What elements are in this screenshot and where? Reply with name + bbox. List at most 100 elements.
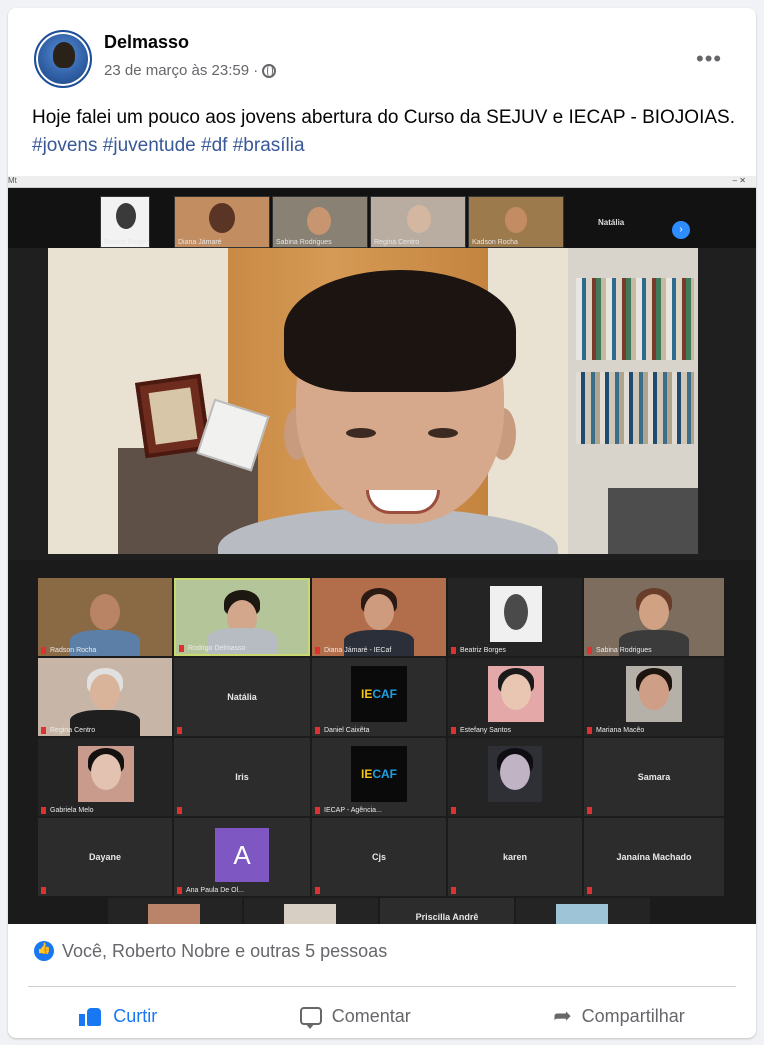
books xyxy=(576,372,694,444)
participant-tile: Dayane xyxy=(38,818,172,896)
participant-name: Radson Rocha xyxy=(50,647,97,654)
participant-tile: Samara xyxy=(584,738,724,816)
participant-strip: Beatriz Borges Diana Jámaré Sabina Rodri… xyxy=(8,188,756,248)
participant-tile: Sabina Rodrigues xyxy=(584,578,724,656)
reactions-summary[interactable]: Você, Roberto Nobre e outras 5 pessoas xyxy=(34,940,387,962)
participant-tile: Natália xyxy=(174,658,310,736)
participant-tile: karen xyxy=(448,818,582,896)
participant-tile: Rodrigo Delmasso xyxy=(174,578,310,656)
participant-tile: Mariana Macêo xyxy=(584,658,724,736)
muted-mic-icon xyxy=(451,647,456,654)
post-author[interactable]: Delmasso xyxy=(104,32,189,53)
participant-tile: Cjs xyxy=(312,818,446,896)
participant-grid: Radson Rocha Rodrigo Delmasso Diana Jáma… xyxy=(8,560,756,924)
participant-label: Iris xyxy=(235,772,249,782)
participant-tile: Estefany Santos xyxy=(448,658,582,736)
strip-tile: Beatriz Borges xyxy=(100,196,150,248)
muted-mic-icon xyxy=(177,807,182,814)
hashtag-juventude[interactable]: #juventude xyxy=(103,135,196,156)
strip-tile: Sabina Rodrigues xyxy=(272,196,368,248)
muted-mic-icon xyxy=(315,887,320,894)
strip-tile-name: Diana Jámaré xyxy=(178,239,222,246)
like-button[interactable]: Curtir xyxy=(79,1006,157,1027)
like-label: Curtir xyxy=(113,1005,158,1026)
comment-label: Comentar xyxy=(331,1005,411,1026)
participant-name: IECAP - Agência... xyxy=(324,807,382,814)
share-label: Compartilhar xyxy=(581,1005,685,1026)
globe-icon xyxy=(262,63,277,78)
strip-tile-name: Sabina Rodrigues xyxy=(276,239,332,246)
participant-tile: Priscilla Andrê xyxy=(380,898,514,924)
post-header: Delmasso 23 de março às 23:59 · ••• xyxy=(8,8,756,98)
more-options-button[interactable]: ••• xyxy=(696,46,722,72)
avatar[interactable] xyxy=(34,30,92,88)
comment-button[interactable]: Comentar xyxy=(299,1005,411,1029)
post-timestamp[interactable]: 23 de março às 23:59 · xyxy=(104,62,258,79)
hashtag-jovens[interactable]: #jovens xyxy=(32,135,98,156)
divider xyxy=(28,986,736,987)
muted-mic-icon xyxy=(177,887,182,894)
participant-name: Rodrigo Delmasso xyxy=(188,645,246,652)
strip-tile: Regina Centro xyxy=(370,196,466,248)
participant-tile: A Ana Paula De Ol... xyxy=(174,818,310,896)
participant-tile: Janaína Machado xyxy=(584,818,724,896)
participant-label: karen xyxy=(502,852,528,862)
strip-tile-name: Regina Centro xyxy=(374,239,420,246)
muted-mic-icon xyxy=(315,807,320,814)
participant-name: Beatriz Borges xyxy=(460,647,506,654)
strip-tile: Kadson Rocha xyxy=(468,196,564,248)
participant-name: Gabriela Melo xyxy=(50,807,94,814)
window-titlebar: Mt – ✕ xyxy=(8,176,756,188)
iecap-logo: IE CAF xyxy=(351,746,407,802)
participant-name: Diana Jámaré - IECaf xyxy=(324,647,392,654)
participant-name: Estefany Santos xyxy=(460,727,511,734)
participant-label: Priscilla Andrê xyxy=(415,912,479,922)
post-actions: Curtir Comentar ➦ Compartilhar xyxy=(8,994,756,1038)
speaker-eye xyxy=(346,428,376,438)
speaker-eye xyxy=(428,428,458,438)
participant-label: Janaína Machado xyxy=(616,852,692,862)
share-icon: ➦ xyxy=(553,1003,572,1028)
participant-name: Daniel Caixêta xyxy=(324,727,370,734)
muted-mic-icon xyxy=(41,647,46,654)
participant-name: Ana Paula De Ol... xyxy=(186,887,244,894)
strip-tile-name: Kadson Rocha xyxy=(472,239,518,246)
participant-name: Regina Centro xyxy=(50,727,96,734)
muted-mic-icon xyxy=(587,807,592,814)
reactions-text[interactable]: Você, Roberto Nobre e outras 5 pessoas xyxy=(62,941,387,962)
post-image[interactable]: Mt – ✕ Beatriz Borges Diana Jámaré Sabin… xyxy=(8,176,756,924)
active-speaker-video xyxy=(48,248,698,554)
window-controls: – ✕ xyxy=(732,176,746,185)
post-meta: 23 de março às 23:59 · xyxy=(104,62,277,79)
strip-tile: Diana Jámaré xyxy=(174,196,270,248)
hashtag-df[interactable]: #df xyxy=(201,135,227,156)
muted-mic-icon xyxy=(587,727,592,734)
participant-label: Cjs xyxy=(371,852,386,862)
muted-mic-icon xyxy=(41,887,46,894)
iecap-logo: IE CAF xyxy=(351,666,407,722)
participant-tile xyxy=(516,898,650,924)
participant-tile xyxy=(108,898,242,924)
speaker-hair xyxy=(284,270,516,392)
post-text: Hoje falei um pouco aos jovens abertura … xyxy=(32,104,742,160)
muted-mic-icon xyxy=(587,887,592,894)
strip-participant-label: Natália xyxy=(598,218,625,227)
participant-tile: Regina Centro xyxy=(38,658,172,736)
participant-tile xyxy=(448,738,582,816)
participant-name: Sabina Rodrigues xyxy=(596,647,652,654)
participant-label: Dayane xyxy=(88,852,122,862)
participant-tile: Radson Rocha xyxy=(38,578,172,656)
books xyxy=(576,278,694,360)
muted-mic-icon xyxy=(451,727,456,734)
next-page-button[interactable]: › xyxy=(672,221,690,239)
share-button[interactable]: ➦ Compartilhar xyxy=(553,1005,684,1027)
participant-name: Mariana Macêo xyxy=(596,727,645,734)
post-body: Hoje falei um pouco aos jovens abertura … xyxy=(32,107,735,128)
hashtag-brasilia[interactable]: #brasília xyxy=(233,135,305,156)
post-card: Delmasso 23 de março às 23:59 · ••• Hoje… xyxy=(8,8,756,1038)
background-desk xyxy=(608,488,698,554)
muted-mic-icon xyxy=(41,727,46,734)
participant-tile: IE CAF Daniel Caixêta xyxy=(312,658,446,736)
muted-mic-icon xyxy=(451,887,456,894)
participant-tile: IE CAF IECAP - Agência... xyxy=(312,738,446,816)
